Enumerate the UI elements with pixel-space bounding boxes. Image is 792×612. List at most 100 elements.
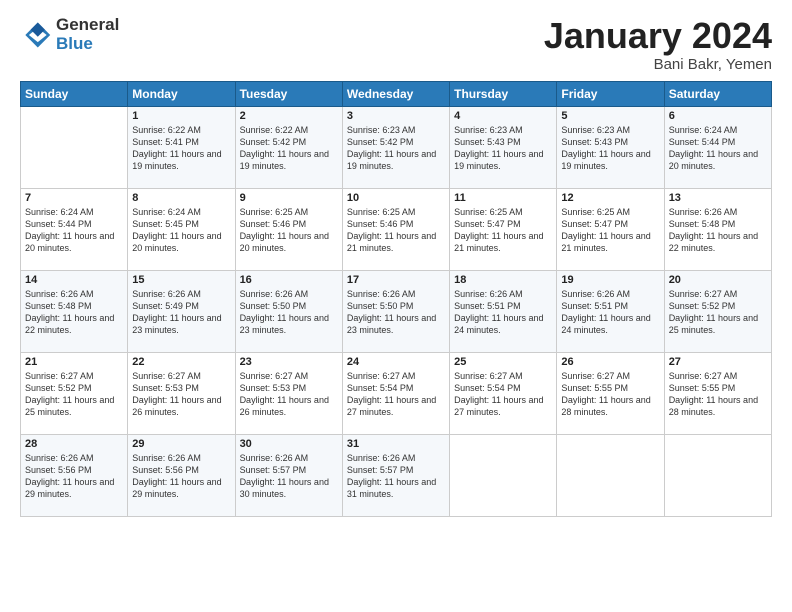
title-block: January 2024 Bani Bakr, Yemen [544, 16, 772, 73]
day-cell: 19Sunrise: 6:26 AMSunset: 5:51 PMDayligh… [557, 270, 664, 352]
day-info: Sunrise: 6:26 AMSunset: 5:57 PMDaylight:… [347, 452, 445, 501]
day-number: 10 [347, 192, 445, 204]
day-info: Sunrise: 6:23 AMSunset: 5:42 PMDaylight:… [347, 124, 445, 173]
header-cell-tuesday: Tuesday [235, 81, 342, 106]
day-info: Sunrise: 6:26 AMSunset: 5:56 PMDaylight:… [132, 452, 230, 501]
day-number: 20 [669, 274, 767, 286]
page: General Blue January 2024 Bani Bakr, Yem… [0, 0, 792, 612]
day-number: 18 [454, 274, 552, 286]
day-cell [664, 434, 771, 516]
day-cell: 23Sunrise: 6:27 AMSunset: 5:53 PMDayligh… [235, 352, 342, 434]
day-cell: 20 Sunrise: 6:27 AMSunset: 5:52 PMDayligh… [664, 270, 771, 352]
day-info: Sunrise: 6:26 AMSunset: 5:48 PMDaylight:… [669, 206, 767, 255]
day-cell: 24 Sunrise: 6:27 AMSunset: 5:54 PMDayligh… [342, 352, 449, 434]
day-number: 26 [561, 356, 659, 368]
day-info: Sunrise: 6:27 AMSunset: 5:52 PMDaylight:… [669, 288, 767, 337]
day-number: 22 [132, 356, 230, 368]
day-number: 8 [132, 192, 230, 204]
day-info: Sunrise: 6:26 AMSunset: 5:57 PMDaylight:… [240, 452, 338, 501]
day-number: 12 [561, 192, 659, 204]
day-cell: 10 Sunrise: 6:25 AMSunset: 5:46 PMDayligh… [342, 188, 449, 270]
day-info: Sunrise: 6:23 AMSunset: 5:43 PMDaylight:… [561, 124, 659, 173]
day-info: Sunrise: 6:26 AMSunset: 5:51 PMDaylight:… [454, 288, 552, 337]
day-info: Sunrise: 6:27 AMSunset: 5:55 PMDaylight:… [669, 370, 767, 419]
day-number: 19 [561, 274, 659, 286]
day-cell: 11Sunrise: 6:25 AMSunset: 5:47 PMDayligh… [450, 188, 557, 270]
month-title: January 2024 [544, 16, 772, 56]
day-info: Sunrise: 6:27 AMSunset: 5:52 PMDaylight:… [25, 370, 123, 419]
header-row: SundayMondayTuesdayWednesdayThursdayFrid… [21, 81, 772, 106]
logo-icon [20, 19, 52, 51]
day-number: 5 [561, 110, 659, 122]
day-info: Sunrise: 6:25 AMSunset: 5:46 PMDaylight:… [240, 206, 338, 255]
day-cell: 28 Sunrise: 6:26 AMSunset: 5:56 PMDayligh… [21, 434, 128, 516]
day-cell: 9 Sunrise: 6:25 AMSunset: 5:46 PMDaylight… [235, 188, 342, 270]
day-number: 27 [669, 356, 767, 368]
day-info: Sunrise: 6:26 AMSunset: 5:56 PMDaylight:… [25, 452, 123, 501]
day-number: 17 [347, 274, 445, 286]
day-cell: 14Sunrise: 6:26 AMSunset: 5:48 PMDayligh… [21, 270, 128, 352]
day-number: 28 [25, 438, 123, 450]
day-info: Sunrise: 6:22 AMSunset: 5:42 PMDaylight:… [240, 124, 338, 173]
day-number: 31 [347, 438, 445, 450]
day-info: Sunrise: 6:24 AMSunset: 5:44 PMDaylight:… [25, 206, 123, 255]
week-row-3: 14Sunrise: 6:26 AMSunset: 5:48 PMDayligh… [21, 270, 772, 352]
day-number: 14 [25, 274, 123, 286]
week-row-5: 28 Sunrise: 6:26 AMSunset: 5:56 PMDayligh… [21, 434, 772, 516]
logo-blue-text: Blue [56, 35, 119, 54]
day-number: 2 [240, 110, 338, 122]
day-cell: 13 Sunrise: 6:26 AMSunset: 5:48 PMDayligh… [664, 188, 771, 270]
day-info: Sunrise: 6:25 AMSunset: 5:47 PMDaylight:… [561, 206, 659, 255]
day-info: Sunrise: 6:26 AMSunset: 5:49 PMDaylight:… [132, 288, 230, 337]
day-cell: 2 Sunrise: 6:22 AMSunset: 5:42 PMDaylight… [235, 106, 342, 188]
day-info: Sunrise: 6:27 AMSunset: 5:53 PMDaylight:… [132, 370, 230, 419]
header-cell-monday: Monday [128, 81, 235, 106]
day-cell: 27 Sunrise: 6:27 AMSunset: 5:55 PMDayligh… [664, 352, 771, 434]
day-cell: 22 Sunrise: 6:27 AMSunset: 5:53 PMDayligh… [128, 352, 235, 434]
day-cell: 25 Sunrise: 6:27 AMSunset: 5:54 PMDayligh… [450, 352, 557, 434]
day-number: 16 [240, 274, 338, 286]
day-number: 24 [347, 356, 445, 368]
location-subtitle: Bani Bakr, Yemen [544, 56, 772, 73]
day-cell [21, 106, 128, 188]
day-number: 3 [347, 110, 445, 122]
day-cell [450, 434, 557, 516]
day-cell: 8Sunrise: 6:24 AMSunset: 5:45 PMDaylight… [128, 188, 235, 270]
header-cell-sunday: Sunday [21, 81, 128, 106]
header-cell-friday: Friday [557, 81, 664, 106]
day-info: Sunrise: 6:27 AMSunset: 5:55 PMDaylight:… [561, 370, 659, 419]
week-row-2: 7 Sunrise: 6:24 AMSunset: 5:44 PMDaylight… [21, 188, 772, 270]
day-number: 13 [669, 192, 767, 204]
day-info: Sunrise: 6:26 AMSunset: 5:50 PMDaylight:… [347, 288, 445, 337]
day-cell: 18 Sunrise: 6:26 AMSunset: 5:51 PMDayligh… [450, 270, 557, 352]
day-number: 25 [454, 356, 552, 368]
day-number: 29 [132, 438, 230, 450]
day-info: Sunrise: 6:27 AMSunset: 5:54 PMDaylight:… [454, 370, 552, 419]
day-number: 4 [454, 110, 552, 122]
day-number: 21 [25, 356, 123, 368]
day-info: Sunrise: 6:23 AMSunset: 5:43 PMDaylight:… [454, 124, 552, 173]
calendar-table: SundayMondayTuesdayWednesdayThursdayFrid… [20, 81, 772, 517]
logo-text: General Blue [56, 16, 119, 53]
day-number: 6 [669, 110, 767, 122]
day-cell: 15Sunrise: 6:26 AMSunset: 5:49 PMDayligh… [128, 270, 235, 352]
week-row-1: 1 Sunrise: 6:22 AMSunset: 5:41 PMDaylight… [21, 106, 772, 188]
day-info: Sunrise: 6:27 AMSunset: 5:54 PMDaylight:… [347, 370, 445, 419]
logo: General Blue [20, 16, 119, 53]
day-info: Sunrise: 6:25 AMSunset: 5:46 PMDaylight:… [347, 206, 445, 255]
day-cell: 16Sunrise: 6:26 AMSunset: 5:50 PMDayligh… [235, 270, 342, 352]
day-cell: 30 Sunrise: 6:26 AMSunset: 5:57 PMDayligh… [235, 434, 342, 516]
day-number: 30 [240, 438, 338, 450]
day-info: Sunrise: 6:25 AMSunset: 5:47 PMDaylight:… [454, 206, 552, 255]
day-cell: 3 Sunrise: 6:23 AMSunset: 5:42 PMDaylight… [342, 106, 449, 188]
day-cell: 12 Sunrise: 6:25 AMSunset: 5:47 PMDayligh… [557, 188, 664, 270]
day-number: 1 [132, 110, 230, 122]
day-cell: 4 Sunrise: 6:23 AMSunset: 5:43 PMDaylight… [450, 106, 557, 188]
day-number: 7 [25, 192, 123, 204]
day-info: Sunrise: 6:22 AMSunset: 5:41 PMDaylight:… [132, 124, 230, 173]
day-cell: 26 Sunrise: 6:27 AMSunset: 5:55 PMDayligh… [557, 352, 664, 434]
header: General Blue January 2024 Bani Bakr, Yem… [20, 16, 772, 73]
week-row-4: 21 Sunrise: 6:27 AMSunset: 5:52 PMDayligh… [21, 352, 772, 434]
day-cell: 29 Sunrise: 6:26 AMSunset: 5:56 PMDayligh… [128, 434, 235, 516]
day-number: 9 [240, 192, 338, 204]
